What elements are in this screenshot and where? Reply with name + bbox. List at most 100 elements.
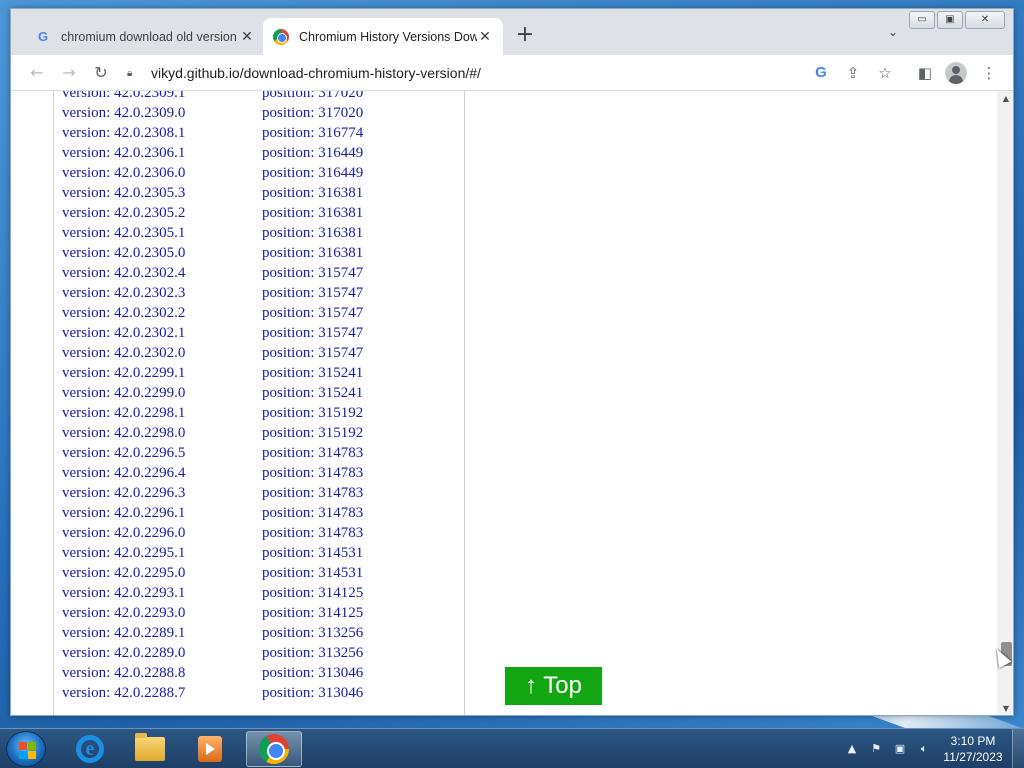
- position-link[interactable]: position: 313256: [262, 643, 422, 663]
- version-link[interactable]: version: 42.0.2308.1: [62, 123, 262, 143]
- position-link[interactable]: position: 315747: [262, 323, 422, 343]
- profile-avatar-icon[interactable]: [945, 62, 967, 84]
- position-link[interactable]: position: 315747: [262, 303, 422, 323]
- reload-icon[interactable]: ↻: [89, 61, 113, 85]
- position-link[interactable]: position: 316381: [262, 223, 422, 243]
- position-link[interactable]: position: 315192: [262, 403, 422, 423]
- version-link[interactable]: version: 42.0.2302.2: [62, 303, 262, 323]
- position-link[interactable]: position: 314125: [262, 603, 422, 623]
- position-link[interactable]: position: 313256: [262, 623, 422, 643]
- position-link[interactable]: position: 317020: [262, 91, 422, 103]
- back-to-top-button[interactable]: ↑ Top: [505, 667, 602, 705]
- position-link[interactable]: position: 314783: [262, 503, 422, 523]
- version-link[interactable]: version: 42.0.2299.1: [62, 363, 262, 383]
- position-link[interactable]: position: 316774: [262, 123, 422, 143]
- position-link[interactable]: position: 316449: [262, 143, 422, 163]
- position-link[interactable]: position: 317020: [262, 103, 422, 123]
- version-link[interactable]: version: 42.0.2296.0: [62, 523, 262, 543]
- taskbar-file-explorer[interactable]: [122, 731, 178, 767]
- position-link[interactable]: position: 314783: [262, 483, 422, 503]
- position-link[interactable]: position: 314531: [262, 543, 422, 563]
- version-link[interactable]: version: 42.0.2289.0: [62, 643, 262, 663]
- version-link[interactable]: version: 42.0.2306.1: [62, 143, 262, 163]
- version-row: version: 42.0.2296.1 position: 314783: [62, 503, 422, 523]
- lock-icon[interactable]: 🔒︎: [127, 68, 141, 79]
- version-link[interactable]: version: 42.0.2293.1: [62, 583, 262, 603]
- scroll-up-arrow-icon[interactable]: ▲: [997, 91, 1013, 107]
- minimize-button[interactable]: ▭: [909, 11, 935, 29]
- share-icon[interactable]: ⇪: [841, 61, 865, 85]
- position-link[interactable]: position: 316381: [262, 203, 422, 223]
- version-link[interactable]: version: 42.0.2309.1: [62, 91, 262, 103]
- bookmark-star-icon[interactable]: ☆: [873, 61, 897, 85]
- position-link[interactable]: position: 315747: [262, 283, 422, 303]
- version-link[interactable]: version: 42.0.2302.0: [62, 343, 262, 363]
- forward-arrow-icon[interactable]: →: [57, 61, 81, 85]
- action-center-flag-icon[interactable]: ⚑: [868, 741, 884, 757]
- google-icon: G: [37, 29, 49, 44]
- version-link[interactable]: version: 42.0.2305.3: [62, 183, 262, 203]
- tab-chromium-history-versions[interactable]: Chromium History Versions Dow ✕: [263, 18, 503, 55]
- version-link[interactable]: version: 42.0.2302.3: [62, 283, 262, 303]
- volume-muted-icon[interactable]: 🔈︎: [916, 741, 932, 757]
- taskbar-chrome[interactable]: [246, 731, 302, 767]
- show-desktop-button[interactable]: [1012, 729, 1024, 768]
- position-link[interactable]: position: 315747: [262, 263, 422, 283]
- position-link[interactable]: position: 315747: [262, 343, 422, 363]
- version-link[interactable]: version: 42.0.2293.0: [62, 603, 262, 623]
- maximize-button[interactable]: ▣: [937, 11, 963, 29]
- new-tab-button[interactable]: +: [513, 23, 537, 47]
- version-link[interactable]: version: 42.0.2299.0: [62, 383, 262, 403]
- version-row: version: 42.0.2293.1 position: 314125: [62, 583, 422, 603]
- version-link[interactable]: version: 42.0.2306.0: [62, 163, 262, 183]
- position-link[interactable]: position: 314783: [262, 443, 422, 463]
- version-link[interactable]: version: 42.0.2296.4: [62, 463, 262, 483]
- position-link[interactable]: position: 314783: [262, 523, 422, 543]
- position-link[interactable]: position: 316381: [262, 183, 422, 203]
- position-link[interactable]: position: 315241: [262, 383, 422, 403]
- start-button[interactable]: [6, 731, 46, 767]
- version-link[interactable]: version: 42.0.2305.2: [62, 203, 262, 223]
- side-panel-icon[interactable]: ◧: [913, 61, 937, 85]
- tab-chromium-download-search[interactable]: G chromium download old version ✕: [25, 18, 265, 55]
- vertical-scrollbar[interactable]: ▲ ▼: [997, 91, 1013, 715]
- version-link[interactable]: version: 42.0.2302.1: [62, 323, 262, 343]
- scroll-down-arrow-icon[interactable]: ▼: [997, 701, 1013, 715]
- version-link[interactable]: version: 42.0.2289.1: [62, 623, 262, 643]
- tab-search-icon[interactable]: ⌄: [883, 25, 903, 45]
- version-link[interactable]: version: 42.0.2296.1: [62, 503, 262, 523]
- google-lens-icon[interactable]: G: [809, 61, 833, 85]
- close-window-button[interactable]: ✕: [965, 11, 1005, 29]
- version-link[interactable]: version: 42.0.2298.0: [62, 423, 262, 443]
- version-link[interactable]: version: 42.0.2305.0: [62, 243, 262, 263]
- taskbar-internet-explorer[interactable]: e: [62, 731, 118, 767]
- position-link[interactable]: position: 314783: [262, 463, 422, 483]
- address-bar[interactable]: 🔒︎ vikyd.github.io/download-chromium-his…: [127, 59, 795, 87]
- close-tab-icon[interactable]: ✕: [239, 29, 255, 45]
- version-link[interactable]: version: 42.0.2305.1: [62, 223, 262, 243]
- version-link[interactable]: version: 42.0.2295.1: [62, 543, 262, 563]
- position-link[interactable]: position: 314125: [262, 583, 422, 603]
- version-link[interactable]: version: 42.0.2302.4: [62, 263, 262, 283]
- show-hidden-icons-icon[interactable]: ▲: [844, 741, 860, 757]
- menu-kebab-icon[interactable]: ⋮: [977, 61, 1001, 85]
- version-link[interactable]: version: 42.0.2309.0: [62, 103, 262, 123]
- position-link[interactable]: position: 313046: [262, 663, 422, 683]
- position-link[interactable]: position: 313046: [262, 683, 422, 703]
- back-arrow-icon[interactable]: ←: [25, 61, 49, 85]
- version-link[interactable]: version: 42.0.2296.3: [62, 483, 262, 503]
- version-link[interactable]: version: 42.0.2298.1: [62, 403, 262, 423]
- close-tab-icon[interactable]: ✕: [477, 29, 493, 45]
- version-link[interactable]: version: 42.0.2288.8: [62, 663, 262, 683]
- position-link[interactable]: position: 315192: [262, 423, 422, 443]
- position-link[interactable]: position: 316381: [262, 243, 422, 263]
- position-link[interactable]: position: 315241: [262, 363, 422, 383]
- position-link[interactable]: position: 314531: [262, 563, 422, 583]
- taskbar-media-player[interactable]: [182, 731, 238, 767]
- version-link[interactable]: version: 42.0.2296.5: [62, 443, 262, 463]
- version-link[interactable]: version: 42.0.2288.7: [62, 683, 262, 703]
- taskbar-clock[interactable]: 3:10 PM 11/27/2023: [940, 733, 1006, 765]
- network-icon[interactable]: ▣: [892, 741, 908, 757]
- position-link[interactable]: position: 316449: [262, 163, 422, 183]
- version-link[interactable]: version: 42.0.2295.0: [62, 563, 262, 583]
